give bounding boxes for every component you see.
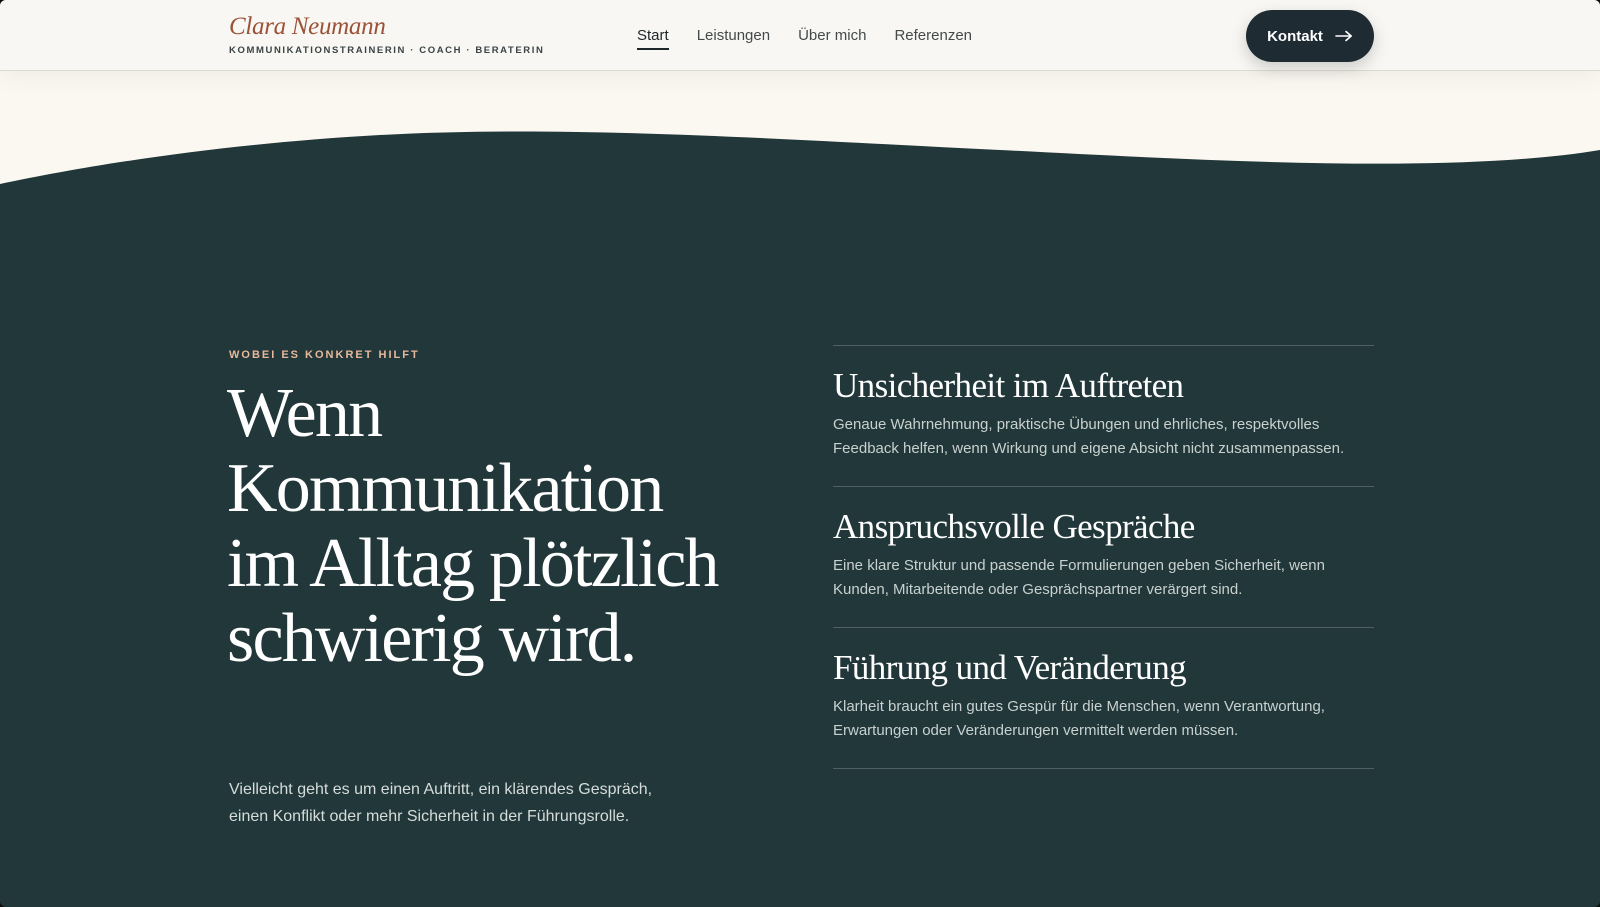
nav-item-start[interactable]: Start xyxy=(637,27,669,50)
topic-list: Unsicherheit im Auftreten Genaue Wahrneh… xyxy=(833,345,1374,769)
brand-tagline: KOMMUNIKATIONSTRAINERIN · COACH · BERATE… xyxy=(229,45,545,56)
topic-description: Genaue Wahrnehmung, praktische Übungen u… xyxy=(833,416,1345,457)
nav-item-leistungen[interactable]: Leistungen xyxy=(697,27,770,50)
main-nav: Start Leistungen Über mich Referenzen xyxy=(637,27,972,50)
arrow-right-icon xyxy=(1335,30,1353,42)
section-eyebrow: WOBEI ES KONKRET HILFT xyxy=(229,349,420,361)
contact-button[interactable]: Kontakt xyxy=(1246,10,1374,62)
contact-button-label: Kontakt xyxy=(1267,27,1323,45)
topic-title: Führung und Veränderung xyxy=(833,648,1187,687)
topic-description: Eine klare Struktur und passende Formuli… xyxy=(833,557,1325,598)
topic-item: Unsicherheit im Auftreten Genaue Wahrneh… xyxy=(833,346,1374,487)
nav-item-referenzen[interactable]: Referenzen xyxy=(894,27,972,50)
topic-item: Anspruchsvolle Gespräche Eine klare Stru… xyxy=(833,487,1374,628)
topic-description: Klarheit braucht ein gutes Gespür für di… xyxy=(833,698,1325,739)
topic-item: Führung und Veränderung Klarheit braucht… xyxy=(833,628,1374,769)
topic-title: Anspruchsvolle Gespräche xyxy=(833,507,1195,546)
hero-section: WOBEI ES KONKRET HILFT Wenn Kommunikatio… xyxy=(0,0,1600,907)
brand-logo[interactable]: Clara Neumann KOMMUNIKATIONSTRAINERIN · … xyxy=(229,14,544,56)
hero-headline: Wenn Kommunikation im Alltag plötzlich s… xyxy=(227,375,720,677)
site-header: Clara Neumann KOMMUNIKATIONSTRAINERIN · … xyxy=(0,0,1600,71)
brand-name: Clara Neumann xyxy=(229,13,386,40)
page-frame: Clara Neumann KOMMUNIKATIONSTRAINERIN · … xyxy=(0,0,1600,907)
nav-item-ueber-mich[interactable]: Über mich xyxy=(798,27,866,50)
hero-lede: Vielleicht geht es um einen Auftritt, ei… xyxy=(229,781,653,825)
topic-title: Unsicherheit im Auftreten xyxy=(833,366,1184,405)
